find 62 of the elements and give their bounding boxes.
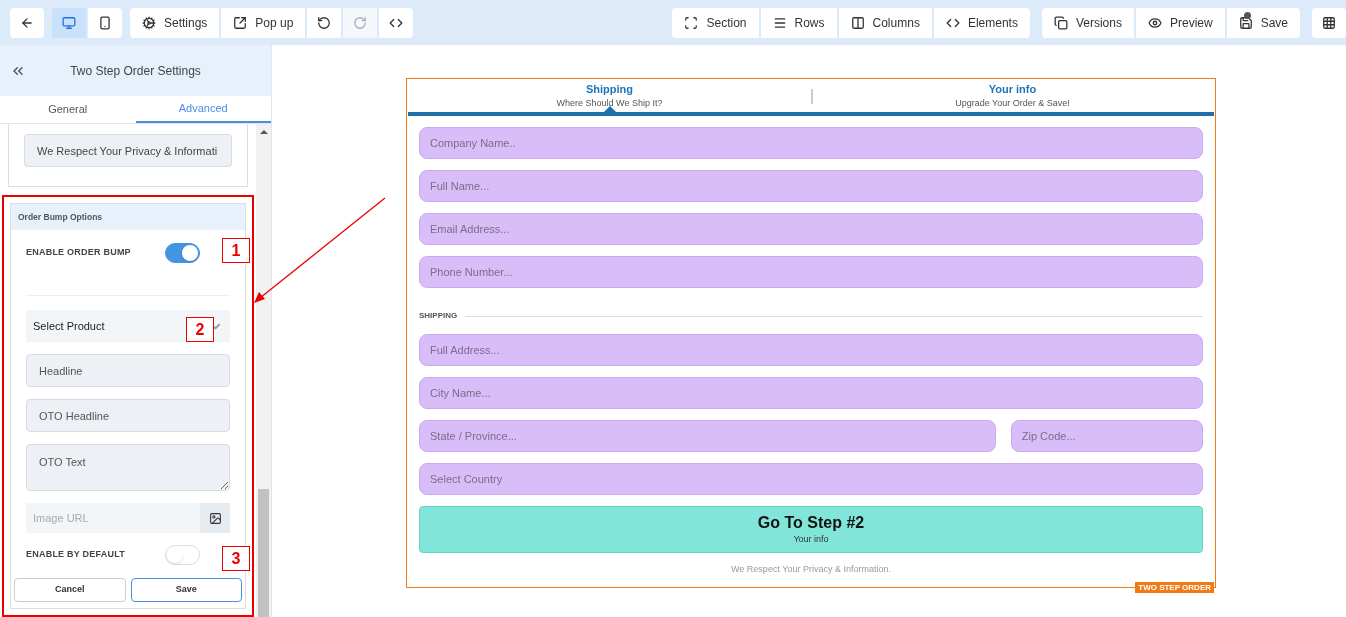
icon-button[interactable] xyxy=(379,7,414,38)
callout-number: 2 xyxy=(186,317,214,342)
menu-icon xyxy=(772,15,787,30)
icon-button[interactable] xyxy=(52,7,86,38)
cancel-button[interactable]: Cancel xyxy=(14,578,126,602)
image-button[interactable] xyxy=(200,503,230,533)
panel-title: Two Step Order Settings xyxy=(69,62,202,80)
save-button[interactable]: Save xyxy=(130,578,242,602)
callout-number: 3 xyxy=(222,546,250,571)
input-field[interactable]: State / Province... xyxy=(419,420,996,452)
submit-button[interactable]: Go To Step #2 Your info xyxy=(419,506,1203,553)
input-field[interactable]: OTO Headline xyxy=(26,399,230,432)
eye-icon xyxy=(1147,15,1162,30)
input-field[interactable]: Phone Number... xyxy=(419,256,1203,288)
step-tab[interactable]: Your info Upgrade Your Order & Save! xyxy=(811,79,1214,112)
toolbar-button[interactable]: Elements xyxy=(933,7,1030,38)
input-field[interactable]: Company Name.. xyxy=(419,127,1203,159)
toolbar-button[interactable]: Preview xyxy=(1135,7,1225,38)
privacy-note: We Respect Your Privacy & Information. xyxy=(730,563,892,576)
back-icon xyxy=(20,15,34,30)
monitor-icon xyxy=(62,15,76,30)
element-badge: TWO STEP ORDER xyxy=(1135,582,1214,593)
input-field[interactable]: Select Country xyxy=(419,463,1203,495)
callout-number: 1 xyxy=(222,238,250,263)
toolbar-button[interactable]: Columns xyxy=(838,7,932,38)
tab[interactable]: General xyxy=(0,96,136,123)
step-tab[interactable]: Shipping Where Should We Ship It? xyxy=(408,79,811,112)
image-icon xyxy=(208,511,222,525)
columns-icon xyxy=(850,15,865,30)
icon-button[interactable] xyxy=(88,7,122,38)
frame-icon xyxy=(684,15,699,30)
input-field[interactable]: Email Address... xyxy=(419,213,1203,245)
toolbar-button[interactable]: Rows xyxy=(760,7,837,38)
grid-icon xyxy=(1322,15,1336,30)
input-field[interactable]: We Respect Your Privacy & Informati xyxy=(24,134,232,167)
icon-button[interactable] xyxy=(10,7,44,38)
text-area[interactable]: OTO Text xyxy=(26,444,230,491)
undo-icon xyxy=(317,15,332,30)
save-icon xyxy=(1238,15,1253,30)
icon-button[interactable] xyxy=(307,7,342,38)
toggle-label: ENABLE ORDER BUMP xyxy=(26,246,131,260)
redo-icon xyxy=(353,15,368,30)
phone-icon xyxy=(98,15,112,30)
section-label: SHIPPING xyxy=(419,310,458,322)
scrollbar[interactable] xyxy=(256,124,271,617)
input-field[interactable]: City Name... xyxy=(419,377,1203,409)
input-field[interactable]: Full Address... xyxy=(419,334,1203,366)
panel-header: Order Bump Options xyxy=(11,204,245,230)
toggle-label: ENABLE BY DEFAULT xyxy=(26,548,125,562)
apps-button[interactable] xyxy=(1312,7,1346,38)
toggle-switch[interactable] xyxy=(165,243,200,263)
toolbar-button[interactable]: Pop up xyxy=(221,7,306,38)
input-field[interactable]: Zip Code... xyxy=(1010,420,1203,452)
toolbar-button[interactable]: Settings xyxy=(130,7,220,38)
copy-icon xyxy=(1053,15,1068,30)
toolbar-button[interactable]: Versions xyxy=(1041,7,1134,38)
input-field[interactable]: Full Name... xyxy=(419,170,1203,202)
input-field[interactable]: Headline xyxy=(26,354,230,387)
external-link-icon xyxy=(233,15,248,30)
toolbar-button[interactable]: Save xyxy=(1226,7,1300,38)
input-field[interactable]: Image URL xyxy=(26,503,200,533)
toolbar-button[interactable]: Section xyxy=(672,7,759,38)
